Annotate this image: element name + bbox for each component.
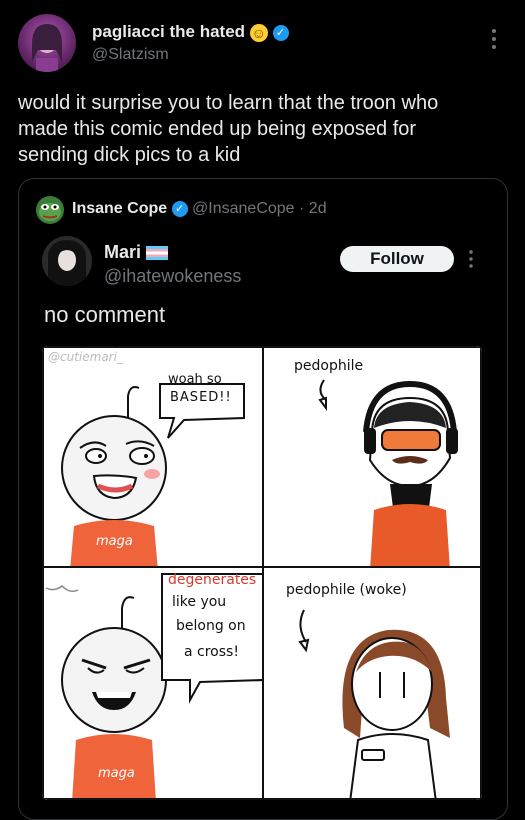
inner-author-avatar <box>42 236 92 286</box>
woke-character <box>298 609 450 798</box>
follow-button: Follow <box>340 246 454 272</box>
maga-character-happy <box>61 383 245 566</box>
verified-icon: ✓ <box>171 200 188 217</box>
inner-more-icon <box>466 248 476 270</box>
author-avatar[interactable] <box>18 14 76 72</box>
panel1-bubble-line1: woah so <box>168 372 222 387</box>
verified-icon: ✓ <box>272 24 289 41</box>
comic-panel-1: @cutiemari_ woah so BASED!! maga <box>42 346 264 568</box>
panel3-shirt-text: maga <box>98 766 135 781</box>
maga-character-angry <box>45 573 262 798</box>
panel3-line1: degenerates <box>168 572 257 588</box>
panel3-line3: belong on <box>176 618 246 634</box>
tweet-text-line: sending dick pics to a kid <box>18 144 241 166</box>
avatar-image <box>48 240 86 286</box>
smile-emoji: ☺ <box>249 23 268 42</box>
inner-author-name: Mari <box>104 242 142 262</box>
quote-author-handle[interactable]: @InsaneCope <box>192 200 295 217</box>
quote-time[interactable]: · 2d <box>299 200 327 217</box>
headset-character <box>318 379 458 566</box>
author-name[interactable]: pagliacci the hated <box>92 22 245 41</box>
inner-post-text: no comment <box>44 302 166 327</box>
frog-icon <box>39 203 61 221</box>
comic-image[interactable]: @cutiemari_ woah so BASED!! maga pedophi… <box>42 346 482 800</box>
avatar-image <box>32 24 62 72</box>
comic-panel-4: pedophile (woke) <box>262 566 482 800</box>
panel1-bubble-line2: BASED!! <box>170 390 232 405</box>
panel3-line2: like you <box>172 594 227 610</box>
tweet-text-line: made this comic ended up being exposed f… <box>18 118 417 140</box>
more-icon[interactable] <box>487 26 501 52</box>
tweet-text-line: would it surprise you to learn that the … <box>18 92 439 114</box>
quote-author-avatar[interactable] <box>36 196 64 224</box>
author-handle[interactable]: @Slatzism <box>92 46 169 64</box>
panel3-line4: a cross! <box>184 644 239 660</box>
quote-author-name[interactable]: Insane Cope <box>72 200 167 217</box>
trans-flag-icon <box>146 246 169 261</box>
comic-panel-2: pedophile <box>262 346 482 568</box>
comic-panel-3: degenerates like you belong on a cross! … <box>42 566 264 800</box>
inner-author-handle: @ihatewokeness <box>104 266 242 286</box>
panel1-shirt-text: maga <box>96 534 133 549</box>
tweet-text: would it surprise you to learn that the … <box>18 90 438 168</box>
